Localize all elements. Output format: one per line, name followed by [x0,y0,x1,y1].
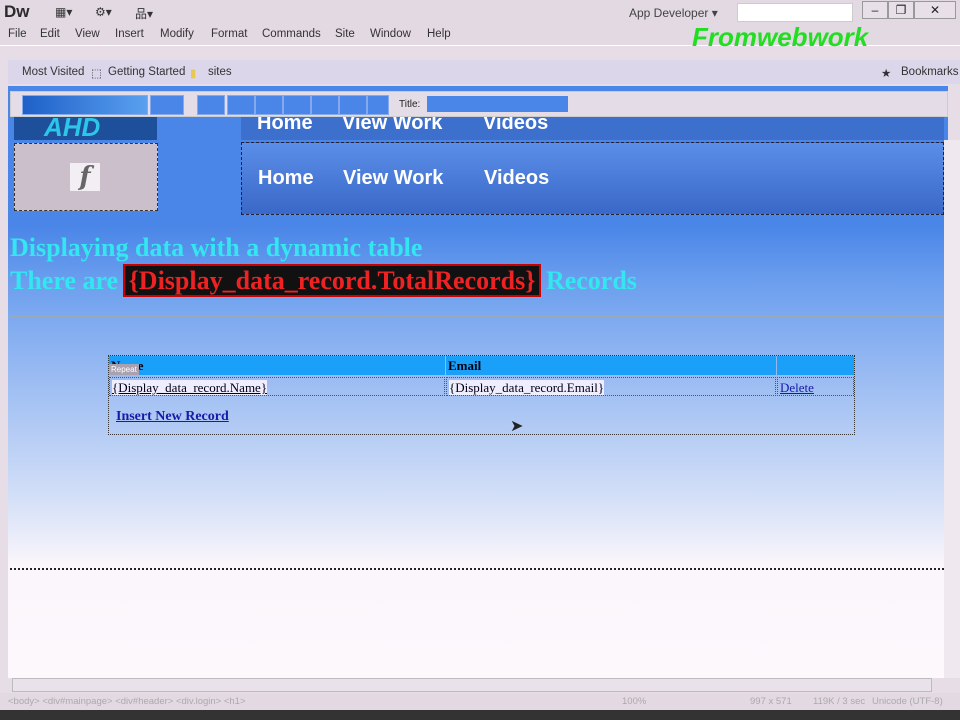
toolbar-buttons[interactable] [227,95,389,115]
header-email: Email [446,356,776,375]
cell-name[interactable]: {Display_data_record.Name} [109,377,445,396]
record-count-line: There are {Display_data_record.TotalReco… [10,264,637,297]
nav-videos[interactable]: Videos [484,167,549,190]
header-actions [777,356,854,375]
site-icon[interactable]: 品▾ [135,5,153,22]
status-bar: <body> <div#mainpage> <div#header> <div.… [0,693,960,710]
help-search-input[interactable] [737,3,853,22]
vertical-scrollbar[interactable] [944,140,960,678]
menu-modify[interactable]: Modify [160,28,194,40]
header-name: Name [109,356,445,375]
repeat-region-tag: Repeat [109,364,139,375]
count-suffix: Records [545,266,637,295]
gear-icon[interactable]: ⚙▾ [95,5,112,19]
name-binding[interactable]: {Display_data_record.Name} [112,380,268,395]
folder-icon: ▮ [190,68,197,80]
bookmark-getting-started[interactable]: Getting Started [108,66,185,78]
divider [10,316,944,317]
page-heading: Displaying data with a dynamic table [10,233,423,262]
bookmark-most-visited[interactable]: Most Visited [22,66,84,78]
zoom-select[interactable]: 100% [622,696,646,707]
cell-delete[interactable]: Delete [777,377,854,396]
bookmarks-menu[interactable]: Bookmarks [901,66,959,78]
nav-bar: Home View Work Videos [241,142,944,215]
workspace-switcher[interactable]: App Developer ▾ [629,6,718,20]
menu-insert[interactable]: Insert [115,28,144,40]
delete-link[interactable]: Delete [780,380,814,395]
nav-view-work[interactable]: View Work [343,167,443,190]
title-label: Title: [399,99,421,110]
close-button[interactable]: ✕ [914,1,956,19]
taskbar [0,710,960,720]
menu-commands[interactable]: Commands [262,28,321,40]
toolbar-button[interactable] [197,95,225,115]
bookmark-sites[interactable]: sites [208,66,232,78]
horizontal-scrollbar[interactable] [12,678,932,692]
title-input[interactable] [427,96,568,112]
star-icon: ★ [881,68,892,80]
container-boundary [10,568,944,570]
nav-home[interactable]: Home [258,167,314,190]
workspace-label: App Developer [629,6,709,20]
mouse-cursor-icon: ➤ [510,418,524,435]
layout-icon[interactable]: ▦▾ [55,5,72,19]
toolbar-button[interactable] [22,95,148,115]
tag-selector[interactable]: <body> <div#mainpage> <div#header> <div.… [8,696,246,707]
email-binding[interactable]: {Display_data_record.Email} [449,380,605,395]
nav-home[interactable]: Home [257,117,313,135]
encoding: Unicode (UTF-8) [872,696,943,707]
header-logo: AHD [14,117,157,140]
menu-edit[interactable]: Edit [40,28,60,40]
menu-format[interactable]: Format [211,28,247,40]
menu-file[interactable]: File [8,28,27,40]
restore-button[interactable]: ❐ [888,1,914,19]
page-icon: ⬚ [91,68,102,80]
flash-icon: f [70,163,100,191]
count-prefix: There are [10,266,119,295]
total-records-binding[interactable]: {Display_data_record.TotalRecords} [122,264,542,297]
menu-help[interactable]: Help [427,28,451,40]
menu-site[interactable]: Site [335,28,355,40]
watermark: Fromwebwork [692,22,869,52]
minimize-button[interactable]: – [862,1,888,19]
download-stats: 119K / 3 sec [813,696,866,707]
menu-window[interactable]: Window [370,28,411,40]
window-size[interactable]: 997 x 571 [750,696,792,707]
app-logo: Dw [4,2,30,21]
menu-view[interactable]: View [75,28,100,40]
toolbar-button[interactable] [150,95,184,115]
nav-videos[interactable]: Videos [483,117,548,135]
nav-bar-top: Home View Work Videos [241,117,944,140]
insert-new-record-link[interactable]: Insert New Record [116,409,229,425]
cell-email[interactable]: {Display_data_record.Email} [446,377,776,396]
nav-view-work[interactable]: View Work [342,117,442,135]
